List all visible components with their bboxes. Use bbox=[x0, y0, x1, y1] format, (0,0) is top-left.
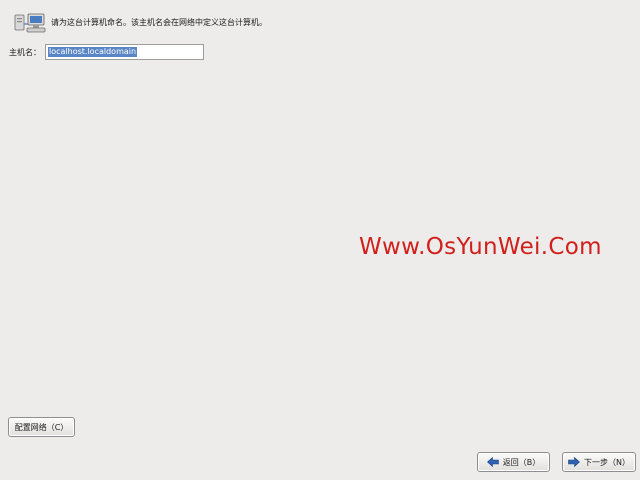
arrow-left-icon bbox=[486, 457, 499, 467]
network-computers-icon bbox=[14, 13, 46, 33]
header-instruction: 请为这台计算机命名。该主机名会在网络中定义这台计算机。 bbox=[51, 18, 267, 27]
configure-network-button[interactable]: 配置网络（C） bbox=[8, 417, 75, 437]
installer-page: 请为这台计算机命名。该主机名会在网络中定义这台计算机。 主机名： localho… bbox=[0, 0, 640, 480]
configure-network-label: 配置网络（C） bbox=[14, 422, 69, 432]
hostname-row: 主机名： localhost.localdomain bbox=[9, 44, 204, 60]
hostname-label: 主机名： bbox=[9, 47, 41, 57]
arrow-right-icon bbox=[568, 457, 580, 467]
hostname-value: localhost.localdomain bbox=[48, 47, 138, 57]
next-button[interactable]: 下一步（N） bbox=[562, 452, 636, 472]
watermark-text: Www.OsYunWei.Com bbox=[359, 234, 602, 260]
hostname-input[interactable]: localhost.localdomain bbox=[45, 44, 204, 60]
page-header: 请为这台计算机命名。该主机名会在网络中定义这台计算机。 bbox=[14, 12, 267, 34]
back-label: 返回（B） bbox=[502, 457, 541, 467]
back-button[interactable]: 返回（B） bbox=[477, 452, 550, 472]
next-label: 下一步（N） bbox=[584, 457, 630, 467]
